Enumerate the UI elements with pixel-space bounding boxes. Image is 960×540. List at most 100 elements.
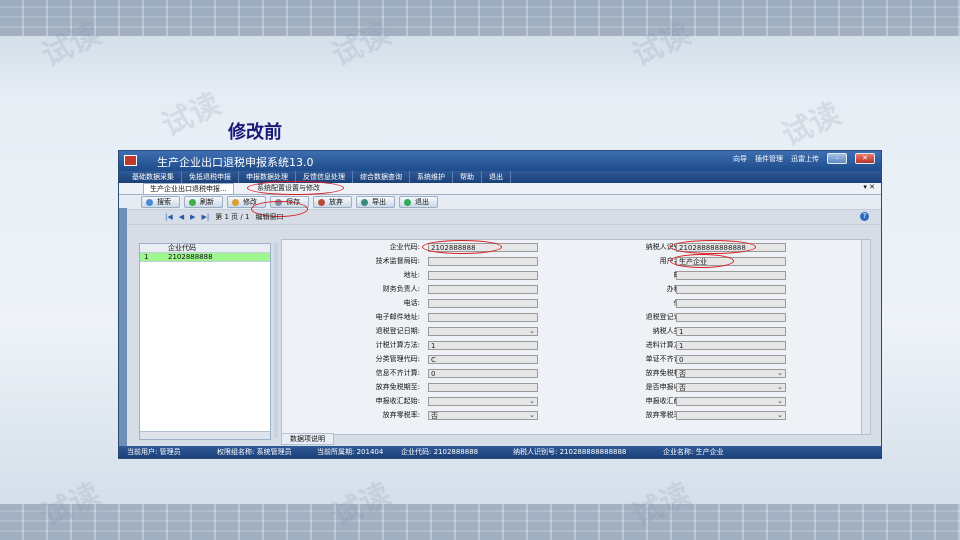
left-field-label: 申报收汇起始: [375, 397, 420, 405]
document-tab-bar: 生产企业出口退税申报... 系统配置设置与修改 ▾ ✕ [119, 181, 881, 195]
left-field-label: 企业代码: [389, 243, 420, 251]
menu-help[interactable]: 帮助 [453, 171, 482, 183]
splitter[interactable] [274, 243, 278, 438]
next-page-icon[interactable]: ▶ [190, 213, 195, 221]
refresh-button[interactable]: 刷新 [184, 196, 223, 208]
menu-query[interactable]: 综合数据查询 [353, 171, 410, 183]
pager-bar: |◀ ◀ ▶ ▶| 第 1 页 / 1 编辑窗口 ? [119, 210, 881, 225]
page-indicator: 第 1 页 / 1 [215, 213, 250, 221]
window-title: 生产企业出口退税申报系统13.0 [157, 156, 314, 169]
left-field-label: 放弃免税期至: [375, 383, 420, 391]
tab-breadcrumb[interactable]: 生产企业出口退税申报... [143, 183, 234, 195]
highlight-ellipse [670, 254, 734, 268]
left-side-strip [119, 208, 127, 446]
search-button[interactable]: 搜索 [141, 196, 180, 208]
right-field-input[interactable]: 1 [676, 341, 786, 350]
exit-icon [404, 198, 411, 206]
bottom-brick-border [0, 504, 960, 540]
status-bar: 当前用户: 管理员 权限组名称: 系统管理员 当前所属期: 201404 企业代… [119, 446, 881, 458]
highlight-ellipse [422, 240, 502, 254]
right-field-select[interactable] [676, 397, 786, 406]
menu-exit[interactable]: 退出 [482, 171, 511, 183]
wizard-link[interactable]: 向导 [733, 154, 747, 164]
plugin-link[interactable]: 插件管理 [755, 154, 783, 164]
right-field-select[interactable]: 否 [676, 383, 786, 392]
grid-header: 企业代码 [140, 244, 270, 253]
right-field-input[interactable] [676, 313, 786, 322]
refresh-icon [189, 198, 196, 206]
left-field-label: 放弃零税率: [382, 411, 420, 419]
help-icon[interactable]: ? [860, 212, 869, 221]
exit-button[interactable]: 退出 [399, 196, 438, 208]
title-bar: 生产企业出口退税申报系统13.0 向导 插件管理 迅雷上传 – ✕ [119, 151, 881, 171]
vertical-scrollbar[interactable] [861, 240, 870, 434]
right-field-input[interactable]: 0 [676, 355, 786, 364]
status-taxpayer-id: 纳税人识别号: 210288888888888 [513, 448, 627, 456]
export-button[interactable]: 导出 [356, 196, 395, 208]
edit-icon [232, 198, 239, 206]
company-grid: 企业代码 1 2102888888 [139, 243, 271, 440]
highlight-ellipse [247, 181, 344, 195]
edit-form: 企业代码: 2102888888 技术监督局码: 地址: 财务负责人: 电话: 电子邮件地址… [281, 239, 871, 435]
menu-declaration[interactable]: 免抵退税申报 [182, 171, 239, 183]
right-field-input[interactable]: 1 [676, 327, 786, 336]
horizontal-scrollbar[interactable] [140, 431, 270, 439]
watermark: 试读 [776, 96, 847, 154]
slide-title: 修改前 [228, 122, 282, 143]
top-brick-border [0, 0, 960, 36]
grid-row[interactable]: 1 2102888888 [140, 253, 270, 262]
close-button[interactable]: ✕ [855, 153, 875, 164]
left-field-label: 电子邮件地址: [375, 313, 420, 321]
tab-field-description[interactable]: 数据项说明 [281, 433, 334, 445]
menu-basic-data[interactable]: 基础数据采集 [125, 171, 182, 183]
app-icon [124, 155, 137, 166]
watermark: 试读 [156, 86, 227, 144]
status-company-name: 企业名称: 生产企业 [663, 448, 724, 456]
row-index: 1 [144, 253, 149, 261]
status-period: 当前所属期: 201404 [317, 448, 384, 456]
left-field-label: 分类管理代码: [375, 355, 420, 363]
left-field-label: 退税登记日期: [375, 327, 420, 335]
right-field-input[interactable] [676, 285, 786, 294]
left-field-label: 信息不齐计算: [375, 369, 420, 377]
right-field-input[interactable] [676, 299, 786, 308]
first-page-icon[interactable]: |◀ [165, 213, 173, 221]
title-bar-controls: 向导 插件管理 迅雷上传 – ✕ [733, 153, 875, 164]
left-field-label: 计税计算方法: [375, 341, 420, 349]
tab-controls[interactable]: ▾ ✕ [863, 183, 875, 191]
export-icon [361, 198, 368, 206]
last-page-icon[interactable]: ▶| [202, 213, 210, 221]
left-field-input[interactable] [428, 299, 538, 308]
left-field-input[interactable] [428, 271, 538, 280]
row-value: 2102888888 [168, 253, 213, 261]
upload-link[interactable]: 迅雷上传 [791, 154, 819, 164]
right-field-select[interactable] [676, 411, 786, 420]
left-field-input[interactable] [428, 257, 538, 266]
discard-button[interactable]: 放弃 [313, 196, 352, 208]
search-icon [146, 198, 153, 206]
left-field-select[interactable] [428, 397, 538, 406]
left-field-input[interactable] [428, 383, 538, 392]
minimize-button[interactable]: – [827, 153, 847, 164]
left-field-input[interactable] [428, 285, 538, 294]
left-field-select[interactable]: 否 [428, 411, 538, 420]
status-group: 权限组名称: 系统管理员 [217, 448, 292, 456]
app-window: 生产企业出口退税申报系统13.0 向导 插件管理 迅雷上传 – ✕ 基础数据采集… [118, 150, 882, 459]
left-field-label: 地址: [403, 271, 420, 279]
right-field-select[interactable]: 否 [676, 369, 786, 378]
menu-maintenance[interactable]: 系统维护 [410, 171, 453, 183]
left-field-input[interactable]: C [428, 355, 538, 364]
left-field-input[interactable] [428, 313, 538, 322]
status-user: 当前用户: 管理员 [127, 448, 181, 456]
menu-bar: 基础数据采集 免抵退税申报 申报数据处理 反馈信息处理 综合数据查询 系统维护 … [119, 171, 881, 183]
prev-page-icon[interactable]: ◀ [179, 213, 184, 221]
discard-icon [318, 198, 325, 206]
left-field-select[interactable] [428, 327, 538, 336]
right-field-input[interactable] [676, 271, 786, 280]
left-field-label: 财务负责人: [382, 285, 420, 293]
left-field-label: 电话: [403, 299, 420, 307]
left-field-input[interactable]: 0 [428, 369, 538, 378]
toolbar: 搜索 刷新 修改 保存 放弃 导出 退出 [119, 195, 881, 210]
left-field-input[interactable]: 1 [428, 341, 538, 350]
highlight-ellipse [670, 240, 756, 254]
